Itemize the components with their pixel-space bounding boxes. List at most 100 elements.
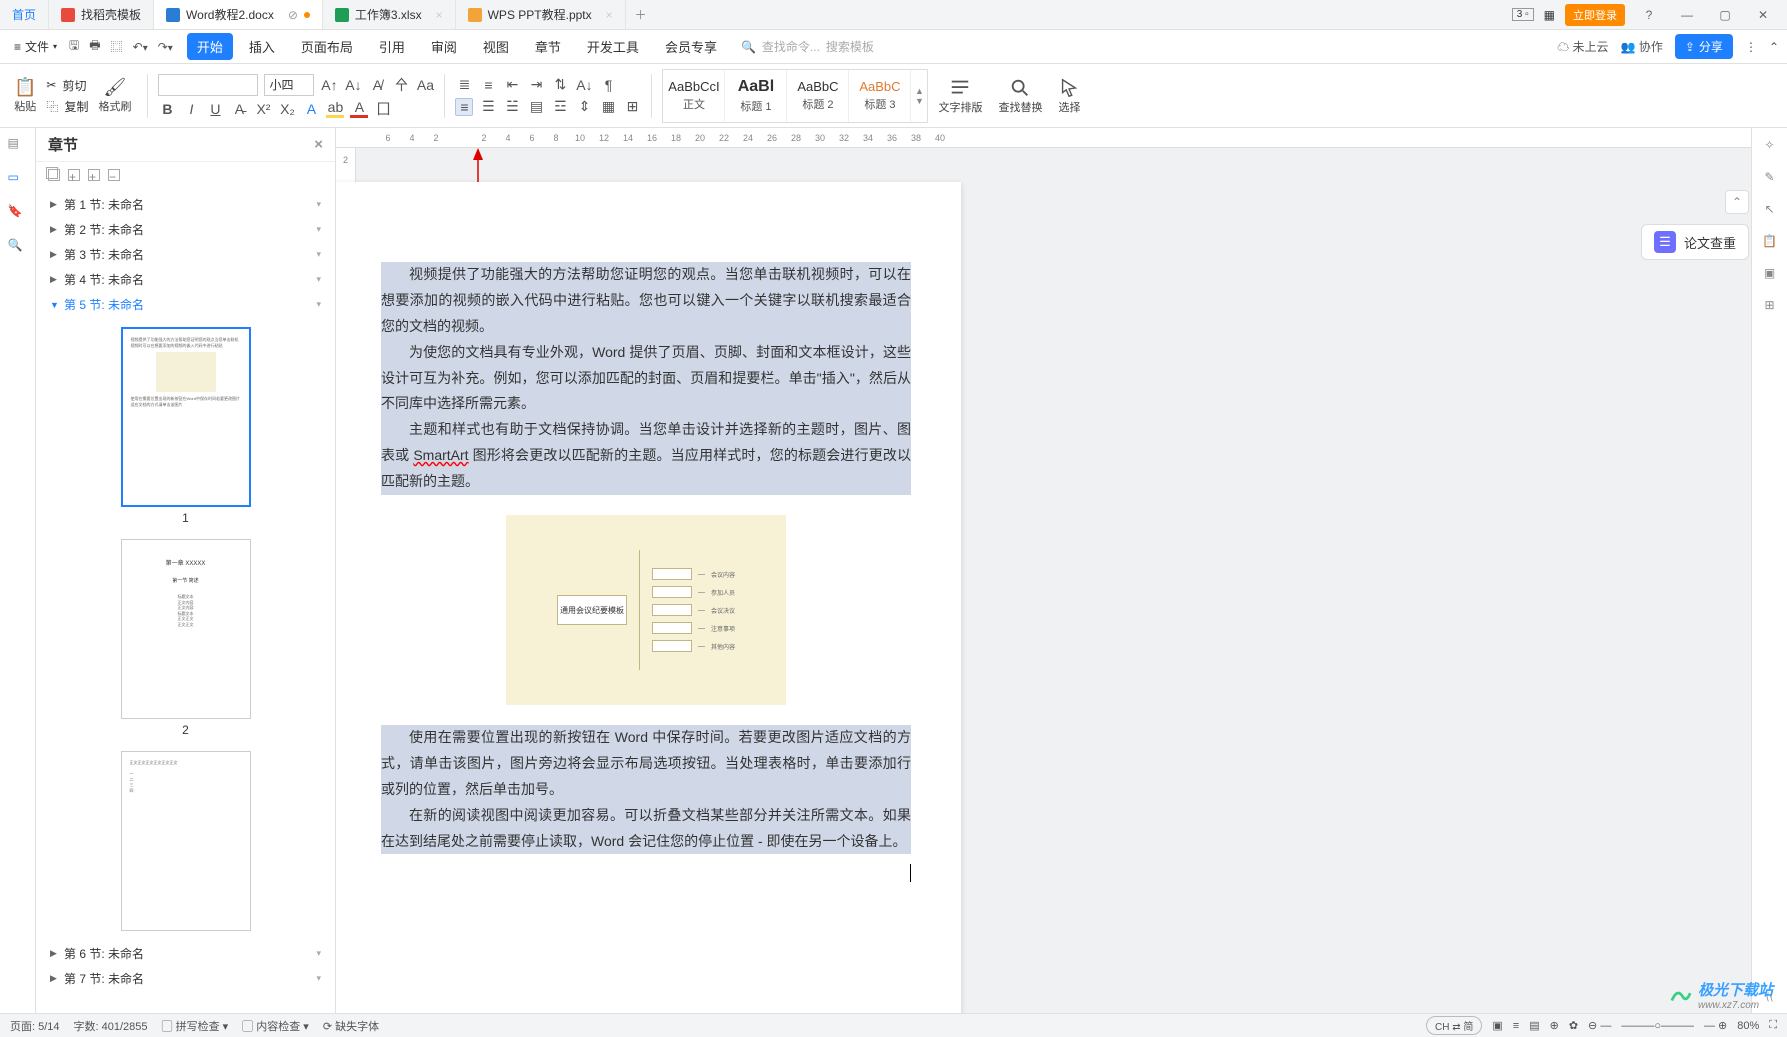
close-icon[interactable]: × [606,8,613,22]
style-down-icon[interactable]: ▼ [915,96,924,106]
page-thumb-2[interactable]: 第一章 XXXXX 第一节 简述 标题文本正文内容正文内容标题文本正文正文正文正… [121,539,251,719]
zoom-slider[interactable]: ———○——— [1621,1020,1694,1032]
distribute-icon[interactable]: ☲ [551,98,569,116]
tab-review[interactable]: 审阅 [421,33,467,60]
undo-icon[interactable]: ↶▾ [131,38,150,56]
text-arrange-button[interactable]: 文字排版 [932,75,988,117]
dec-indent-icon[interactable]: ⇤ [503,76,521,94]
pen-icon[interactable]: ✎ [1764,170,1774,184]
more-tools-icon[interactable]: ⊞ [1764,298,1774,312]
tab-templates[interactable]: 找稻壳模板 [49,0,154,29]
text-effect-icon[interactable]: A [302,100,320,118]
preview-icon[interactable]: ⿴ [109,36,125,57]
copy-button[interactable]: ⿻ 复制 [46,98,88,115]
view-mode-icon[interactable]: ⊕ [1550,1019,1559,1032]
phonetic-icon[interactable]: 㐃 [392,76,410,94]
view-mode-icon[interactable]: ▣ [1492,1019,1502,1032]
clear-format-icon[interactable]: A̸ [368,76,386,94]
style-gallery[interactable]: AaBbCcI正文 AaBl标题 1 AaBbC标题 2 AaBbC标题 3 ▲… [662,69,928,123]
document-scroll[interactable]: 视频提供了功能强大的方法帮助您证明您的观点。当您单击联机视频时，可以在想要添加的… [336,148,1751,1013]
section-item[interactable]: ▶第 4 节: 未命名▾ [36,267,335,292]
page-indicator[interactable]: 页面: 5/14 [10,1018,60,1034]
find-replace-button[interactable]: 查找替换 [992,75,1048,117]
section-item-active[interactable]: ▼第 5 节: 未命名▾ [36,292,335,317]
tab-developer[interactable]: 开发工具 [577,33,649,60]
close-window-icon[interactable]: ✕ [1749,8,1777,22]
view-mode-icon[interactable]: ✿ [1569,1019,1578,1032]
justify-icon[interactable]: ▤ [527,98,545,116]
font-size-select[interactable]: 小四 [264,74,314,96]
thesis-check-button[interactable]: ☰ 论文查重 [1641,224,1749,260]
layout-icon[interactable]: ▣ [1764,266,1775,280]
spell-check-toggle[interactable]: ▢ 拼写检查 ▾ [162,1018,229,1034]
font-name-select[interactable] [158,74,258,96]
apps-icon[interactable]: ▦ [1544,8,1555,22]
align-center-icon[interactable]: ☰ [479,98,497,116]
close-icon[interactable]: ⊘ [288,8,298,22]
line-spacing-icon[interactable]: ⇕ [575,98,593,116]
file-menu[interactable]: ≡ 文件 ▾ [8,38,63,55]
bookmark-icon[interactable]: 🔖 [8,204,28,224]
inc-indent-icon[interactable]: ⇥ [527,76,545,94]
panel-close-icon[interactable]: × [314,136,323,153]
tab-section[interactable]: 章节 [525,33,571,60]
style-h3[interactable]: AaBbC标题 3 [849,70,911,122]
minimize-icon[interactable]: — [1673,8,1701,22]
collab-button[interactable]: 👥 协作 [1621,38,1663,55]
redo-icon[interactable]: ↷▾ [156,38,175,56]
align-right-icon[interactable]: ☱ [503,98,521,116]
document-page[interactable]: 视频提供了功能强大的方法帮助您证明您的观点。当您单击联机视频时，可以在想要添加的… [336,182,961,1013]
view-mode-icon[interactable]: ▤ [1529,1019,1539,1032]
tool-icon[interactable]: + [68,169,80,181]
section-item[interactable]: ▶第 6 节: 未命名▾ [36,941,335,966]
clipboard-icon[interactable]: 📋 [1762,234,1777,248]
bullets-icon[interactable]: ≣ [455,76,473,94]
section-item[interactable]: ▶第 3 节: 未命名▾ [36,242,335,267]
home-tab[interactable]: 首页 [0,0,49,29]
tab-insert[interactable]: 插入 [239,33,285,60]
underline-icon[interactable]: U [206,100,224,118]
embedded-diagram[interactable]: 通用会议纪要模板 — 会议内容 — 参加人员 — 会议决议 — 注意事项 — 其… [506,515,786,705]
share-button[interactable]: ⇪ 分享 [1675,34,1733,59]
tool-icon[interactable] [48,169,60,181]
shrink-font-icon[interactable]: A↓ [344,76,362,94]
shading-icon[interactable]: ▦ [599,98,617,116]
print-icon[interactable]: 🖶 [87,34,102,59]
section-item[interactable]: ▶第 2 节: 未命名▾ [36,217,335,242]
command-search[interactable]: 🔍 查找命令... 搜索模板 [741,38,874,55]
zoom-value[interactable]: 80% [1737,1020,1759,1032]
layout-icon[interactable]: 3 ▫ [1512,8,1534,21]
help-icon[interactable]: ? [1635,8,1663,22]
grow-font-icon[interactable]: A↑ [320,76,338,94]
cloud-status[interactable]: ☁ 未上云 [1557,38,1608,55]
italic-icon[interactable]: I [182,100,200,118]
collapse-panel-icon[interactable]: ⌃ [1725,190,1749,214]
tab-home[interactable]: 开始 [187,33,233,60]
tab-view[interactable]: 视图 [473,33,519,60]
adjust-icon[interactable]: ✧ [1764,138,1774,152]
superscript-icon[interactable]: X² [254,100,272,118]
paste-group[interactable]: 📋 粘贴 [8,75,42,116]
tab-excel[interactable]: 工作簿3.xlsx × [323,0,456,29]
collapse-ribbon-icon[interactable]: ⌃ [1769,40,1779,54]
hamburger-icon[interactable]: ▤ [8,136,28,156]
strike-icon[interactable]: A̵ [230,100,248,118]
view-mode-icon[interactable]: ≡ [1513,1020,1519,1032]
find-icon[interactable]: 🔍 [8,238,28,258]
tab-ppt[interactable]: WPS PPT教程.pptx × [456,0,626,29]
borders-icon[interactable]: ⊞ [623,98,641,116]
highlight-icon[interactable]: ab [326,100,344,118]
maximize-icon[interactable]: ▢ [1711,8,1739,22]
format-painter-button[interactable]: 🖌 格式刷 [92,75,137,116]
style-h2[interactable]: AaBbC标题 2 [787,70,849,122]
doc-paragraph[interactable]: 为使您的文档具有专业外观，Word 提供了页眉、页脚、封面和文本框设计，这些设计… [381,340,911,418]
add-tab-button[interactable]: ＋ [626,0,656,29]
tab-pagelayout[interactable]: 页面布局 [291,33,363,60]
more-icon[interactable]: ⋮ [1745,40,1757,54]
text-direction-icon[interactable]: ⇅ [551,76,569,94]
style-normal[interactable]: AaBbCcI正文 [663,70,725,122]
fullscreen-icon[interactable]: ⛶ [1769,1019,1777,1032]
outline-icon[interactable]: ▭ [8,170,28,190]
word-count[interactable]: 字数: 401/2855 [74,1018,148,1034]
style-h1[interactable]: AaBl标题 1 [725,70,787,122]
